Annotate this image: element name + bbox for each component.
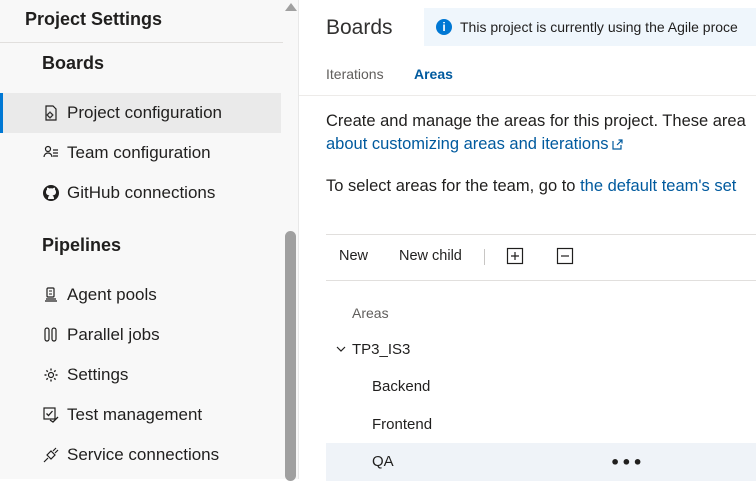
toolbar-top-rule xyxy=(326,234,756,235)
team-icon xyxy=(42,144,60,162)
sidebar-item-parallel-jobs[interactable]: Parallel jobs xyxy=(0,315,281,355)
sidebar-item-settings[interactable]: Settings xyxy=(0,355,281,395)
sidebar-item-service-connections[interactable]: Service connections xyxy=(0,435,281,475)
description-link-line: about customizing areas and iterations xyxy=(326,135,623,154)
sidebar-item-agent-pools[interactable]: Agent pools xyxy=(0,275,281,315)
agent-icon xyxy=(42,286,60,304)
team-areas-line: To select areas for the team, go to the … xyxy=(326,177,736,196)
tabs-divider xyxy=(299,95,756,96)
sidebar-item-project-configuration[interactable]: Project configuration xyxy=(0,93,281,133)
sidebar-item-label: Test management xyxy=(67,405,203,424)
tree-item-label: QA xyxy=(372,453,394,470)
github-icon xyxy=(42,184,60,202)
sidebar-item-label: Team configuration xyxy=(67,143,211,162)
expand-all-icon[interactable] xyxy=(506,247,524,265)
sidebar-item-label: Settings xyxy=(67,365,129,384)
description-text: Create and manage the areas for this pro… xyxy=(326,112,746,130)
sidebar-item-label: GitHub connections xyxy=(67,183,216,202)
info-icon: i xyxy=(436,19,452,35)
tree-item-label: Backend xyxy=(372,378,431,395)
tree-row-root[interactable]: TP3_IS3 xyxy=(326,331,756,369)
sidebar-item-label: Service connections xyxy=(67,445,220,464)
collapse-all-icon[interactable] xyxy=(556,247,574,265)
team-areas-text: To select areas for the team, go to xyxy=(326,177,581,195)
more-actions-icon[interactable]: ••• xyxy=(610,453,644,472)
tree-row-qa[interactable]: QA ••• xyxy=(326,443,756,481)
areas-column-header[interactable]: Areas xyxy=(352,305,389,321)
customizing-areas-link[interactable]: about customizing areas and iterations xyxy=(326,135,609,153)
section-heading-boards: Boards xyxy=(42,53,105,73)
tree-root-label: TP3_IS3 xyxy=(352,341,411,358)
sidebar-item-label: Parallel jobs xyxy=(67,325,160,344)
tab-areas[interactable]: Areas xyxy=(414,66,453,82)
new-button[interactable]: New xyxy=(339,248,368,264)
chevron-down-icon[interactable] xyxy=(336,345,346,353)
sidebar-title: Project Settings xyxy=(25,9,163,29)
toolbar-separator xyxy=(484,249,485,265)
sidebar-item-label: Project configuration xyxy=(67,103,222,122)
toolbar-bottom-rule xyxy=(326,280,756,281)
gear-icon xyxy=(42,366,60,384)
tab-iterations[interactable]: Iterations xyxy=(326,66,384,82)
plug-icon xyxy=(42,446,60,464)
scrollbar-thumb[interactable] xyxy=(285,231,296,481)
tree-row-frontend[interactable]: Frontend xyxy=(326,406,756,444)
sidebar-item-github-connections[interactable]: GitHub connections xyxy=(0,173,281,213)
page-title: Boards xyxy=(326,16,393,39)
gear-page-icon xyxy=(42,104,60,122)
new-child-button[interactable]: New child xyxy=(399,248,462,264)
external-link-icon xyxy=(611,139,623,150)
tree-row-backend[interactable]: Backend xyxy=(326,368,756,406)
scroll-up-arrow-icon[interactable] xyxy=(285,3,297,11)
section-heading-pipelines: Pipelines xyxy=(42,235,122,255)
banner-text: This project is currently using the Agil… xyxy=(460,19,738,35)
sidebar-item-test-management[interactable]: Test management xyxy=(0,395,281,435)
test-icon xyxy=(42,406,60,424)
sidebar-item-team-configuration[interactable]: Team configuration xyxy=(0,133,281,173)
tree-item-label: Frontend xyxy=(372,416,433,433)
sidebar: Project Settings Boards Project configur… xyxy=(0,0,283,479)
sidebar-divider xyxy=(0,42,283,43)
default-team-settings-link[interactable]: the default team's set xyxy=(580,177,736,195)
parallel-icon xyxy=(42,326,60,344)
info-banner: i This project is currently using the Ag… xyxy=(424,8,756,46)
main-content: Boards i This project is currently using… xyxy=(299,0,756,481)
sidebar-item-label: Agent pools xyxy=(67,285,157,304)
